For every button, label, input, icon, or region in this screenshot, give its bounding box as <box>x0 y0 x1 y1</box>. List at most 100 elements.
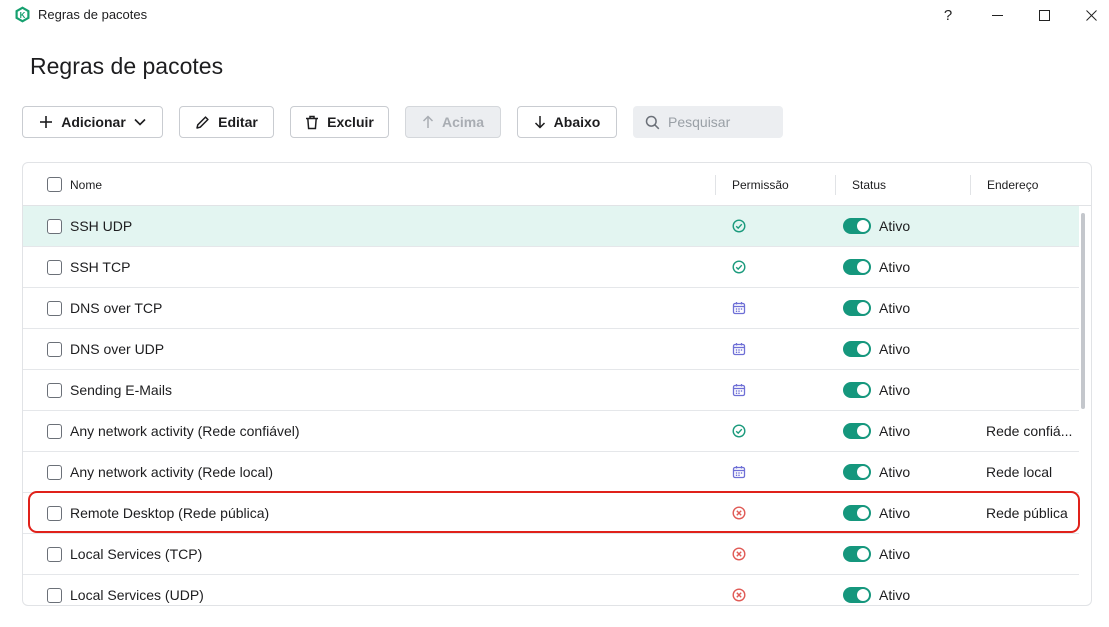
status-toggle[interactable] <box>843 341 871 357</box>
row-checkbox[interactable] <box>47 341 62 357</box>
status-text: Ativo <box>879 341 911 357</box>
row-checkbox[interactable] <box>47 259 62 275</box>
plus-icon <box>40 116 53 128</box>
status-text: Ativo <box>879 423 911 439</box>
status-toggle[interactable] <box>843 300 871 316</box>
row-checkbox[interactable] <box>47 587 62 603</box>
highlight-box <box>28 491 1080 533</box>
row-checkbox[interactable] <box>47 300 62 316</box>
column-header-address[interactable]: Endereço <box>987 163 1038 206</box>
address-text <box>986 288 1076 328</box>
edit-button-label: Editar <box>218 114 258 130</box>
row-checkbox[interactable] <box>47 218 62 234</box>
allow-check-icon <box>732 247 746 287</box>
move-up-button[interactable]: Acima <box>405 106 501 138</box>
row-checkbox-cell <box>47 575 62 605</box>
status-toggle[interactable] <box>843 382 871 398</box>
add-button-label: Adicionar <box>61 114 126 130</box>
table-row[interactable]: Local Services (UDP) Ativo <box>23 575 1079 605</box>
column-header-permission[interactable]: Permissão <box>732 163 789 206</box>
kaspersky-k-icon: K <box>15 6 30 23</box>
chevron-down-icon <box>134 118 146 126</box>
row-checkbox[interactable] <box>47 423 62 439</box>
trash-icon <box>306 115 319 129</box>
calendar-icon <box>732 288 746 328</box>
minimize-button[interactable] <box>974 0 1020 30</box>
rule-name: Any network activity (Rede confiável) <box>70 423 300 439</box>
table-row[interactable]: SSH TCP Ativo <box>23 247 1079 288</box>
select-all-checkbox[interactable] <box>47 177 62 192</box>
edit-button[interactable]: Editar <box>179 106 274 138</box>
row-checkbox-cell <box>47 247 62 287</box>
row-checkbox-cell <box>47 206 62 246</box>
rule-name: Local Services (TCP) <box>70 546 203 562</box>
status-toggle-cell <box>843 452 871 492</box>
pencil-icon <box>196 115 209 129</box>
search-input[interactable] <box>668 114 778 130</box>
row-checkbox-cell <box>47 411 62 451</box>
column-header-status[interactable]: Status <box>852 163 886 206</box>
status-toggle-cell <box>843 534 871 574</box>
window-title: Regras de pacotes <box>38 7 148 22</box>
address-text <box>986 329 1076 369</box>
status-text: Ativo <box>879 587 911 603</box>
status-text: Ativo <box>879 546 911 562</box>
close-button[interactable] <box>1068 0 1109 30</box>
status-text: Ativo <box>879 464 911 480</box>
svg-text:K: K <box>20 11 26 20</box>
rule-name: Local Services (UDP) <box>70 587 204 603</box>
move-down-button[interactable]: Abaixo <box>517 106 617 138</box>
status-toggle[interactable] <box>843 423 871 439</box>
table-row[interactable]: DNS over TCP Ativo <box>23 288 1079 329</box>
close-icon <box>1085 9 1097 21</box>
address-text: Rede confiá... <box>986 423 1073 439</box>
row-checkbox-cell <box>47 534 62 574</box>
table-row[interactable]: Local Services (TCP) Ativo <box>23 534 1079 575</box>
select-all-cell <box>47 163 62 206</box>
rule-name: DNS over UDP <box>70 341 165 357</box>
title-bar: K Regras de pacotes ? <box>0 0 1109 30</box>
search-box[interactable] <box>633 106 783 138</box>
table-row[interactable]: DNS over UDP Ativo <box>23 329 1079 370</box>
rule-name: Any network activity (Rede local) <box>70 464 274 480</box>
row-checkbox[interactable] <box>47 464 62 480</box>
status-toggle-cell <box>843 206 871 246</box>
row-checkbox-cell <box>47 329 62 369</box>
status-toggle[interactable] <box>843 587 871 603</box>
column-divider[interactable] <box>835 175 836 195</box>
column-divider[interactable] <box>715 175 716 195</box>
maximize-button[interactable] <box>1021 0 1067 30</box>
status-toggle[interactable] <box>843 546 871 562</box>
status-toggle-cell <box>843 329 871 369</box>
table-row[interactable]: Any network activity (Rede local) Ativo Re… <box>23 452 1079 493</box>
minimize-icon <box>991 14 1003 16</box>
column-divider[interactable] <box>970 175 971 195</box>
status-toggle-cell <box>843 411 871 451</box>
row-checkbox[interactable] <box>47 546 62 562</box>
row-checkbox-cell <box>47 370 62 410</box>
rule-name: SSH TCP <box>70 259 131 275</box>
address-text <box>986 247 1076 287</box>
status-toggle[interactable] <box>843 464 871 480</box>
table-header: Nome Permissão Status Endereço <box>23 163 1091 206</box>
help-button[interactable]: ? <box>925 0 971 30</box>
address-text <box>986 534 1076 574</box>
status-text: Ativo <box>879 259 911 275</box>
table-row[interactable]: Any network activity (Rede confiável) Ati… <box>23 411 1079 452</box>
address-text <box>986 370 1076 410</box>
column-header-name[interactable]: Nome <box>70 163 102 206</box>
address-text <box>986 575 1076 605</box>
delete-button[interactable]: Excluir <box>290 106 389 138</box>
table-row[interactable]: Sending E-Mails Ativo <box>23 370 1079 411</box>
scrollbar-thumb[interactable] <box>1081 213 1085 409</box>
add-button[interactable]: Adicionar <box>22 106 163 138</box>
calendar-icon <box>732 370 746 410</box>
table-row[interactable]: SSH UDP Ativo <box>23 206 1079 247</box>
rule-name: DNS over TCP <box>70 300 163 316</box>
calendar-icon <box>732 329 746 369</box>
row-checkbox[interactable] <box>47 382 62 398</box>
status-toggle[interactable] <box>843 218 871 234</box>
status-toggle-cell <box>843 288 871 328</box>
status-toggle[interactable] <box>843 259 871 275</box>
status-text: Ativo <box>879 218 911 234</box>
